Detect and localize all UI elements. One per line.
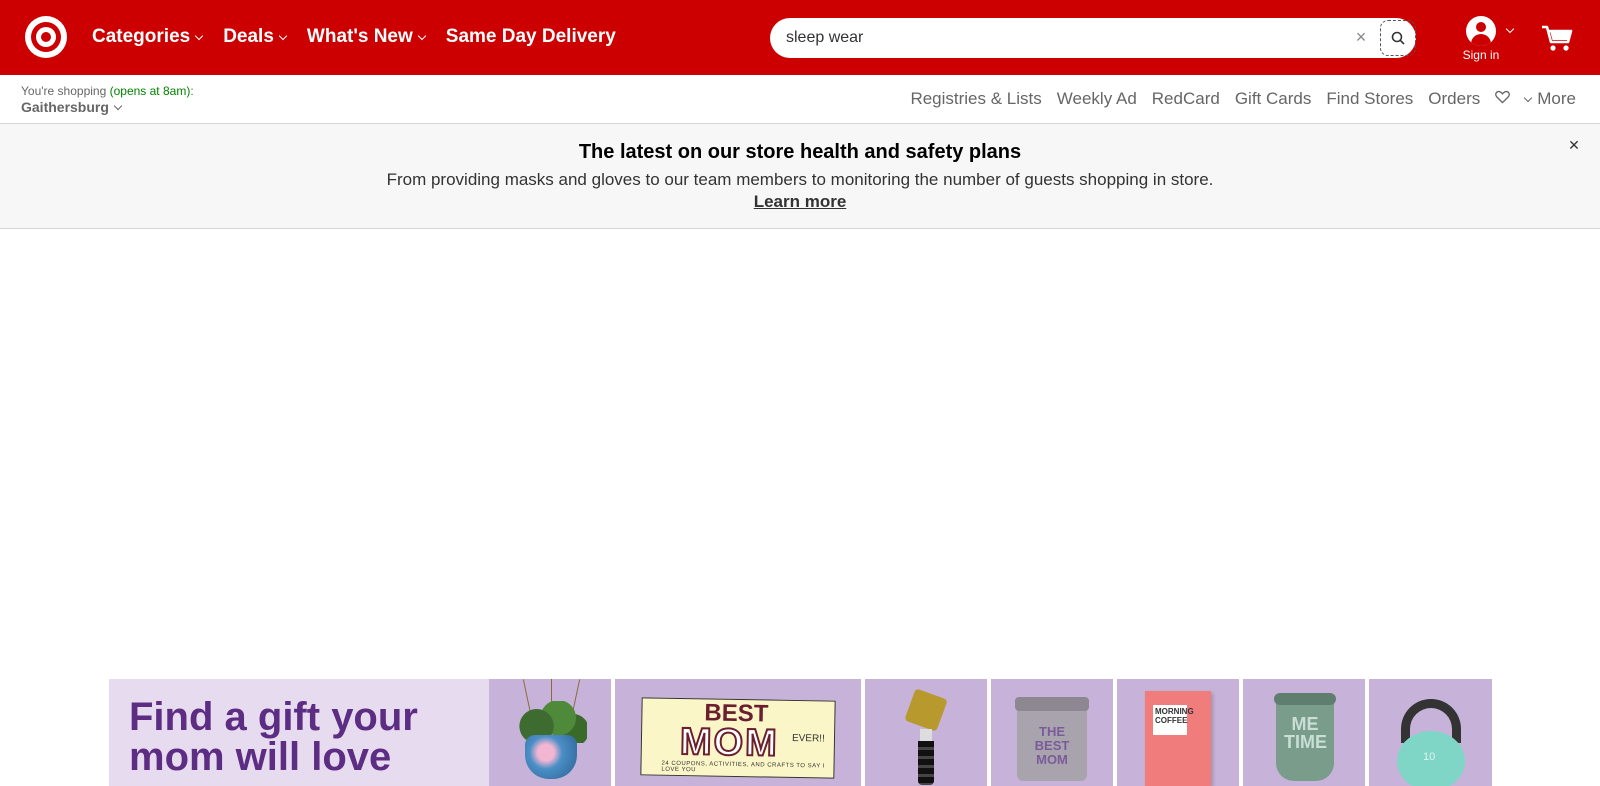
banner-text: From providing masks and gloves to our t… [386,170,1214,189]
account-icon-body [1471,34,1491,46]
favorites-button[interactable] [1495,89,1511,109]
book-title-mom: MOM [679,720,781,766]
main-nav: Categories Deals What's New Same Day Del… [92,26,637,48]
close-icon[interactable]: ✕ [1565,136,1583,154]
store-prefix: You're shopping [21,84,107,98]
health-safety-banner: The latest on our store health and safet… [0,124,1600,229]
stopper-cork [918,741,934,785]
store-status-line: You're shopping (opens at 8am): [21,84,194,98]
link-orders[interactable]: Orders [1428,89,1480,109]
chevron-down-icon [1505,24,1515,34]
coffee-label: MORNING COFFEE [1153,705,1194,735]
utility-bar: You're shopping (opens at 8am): Gaithers… [0,75,1600,124]
plant-pot [525,735,577,779]
product-tumbler: ME TIME [1243,679,1365,786]
coffee-bag-image: MORNING COFFEE [1145,691,1211,786]
nav-same-day-delivery-label: Same Day Delivery [445,26,616,47]
store-suffix: : [190,84,194,98]
best-mom-book-image: BEST MOM EVER!! 24 COUPONS, ACTIVITIES, … [640,697,836,779]
link-registries-lists[interactable]: Registries & Lists [910,89,1041,109]
nav-deals-label: Deals [223,26,274,47]
tumbler-image: ME TIME [1274,693,1336,781]
search-bar: × [770,18,1416,58]
cart-button[interactable] [1541,24,1573,52]
heart-icon [1495,90,1511,104]
chevron-down-icon [417,31,427,41]
link-find-stores[interactable]: Find Stores [1326,89,1413,109]
product-hanging-plant [489,679,611,786]
tumbler-label: ME TIME [1284,714,1327,752]
promo-headline: Find a gift your mom will love [129,695,418,779]
tumbler-lid [1274,693,1336,705]
search-button[interactable] [1380,20,1416,56]
nav-categories-label: Categories [92,26,191,47]
book-subtitle: 24 COUPONS, ACTIVITIES, AND CRAFTS TO SA… [661,760,826,774]
learn-more-link: Learn more [0,192,1600,212]
cart-icon [1542,25,1573,51]
logo-inner-ring [36,27,56,47]
mothers-day-promo[interactable]: Find a gift your mom will love BEST MOM … [109,679,1492,786]
more-label: More [1537,89,1576,108]
store-name: Gaithersburg [21,99,109,115]
sign-in-label: Sign in [1462,48,1500,62]
more-menu[interactable]: More [1524,89,1576,109]
account-icon-head [1476,22,1486,32]
store-open-status: (opens at 8am) [109,84,191,98]
logo-bullseye [41,32,51,42]
product-candle: THE BEST MOM [991,679,1113,786]
search-input[interactable] [786,18,1326,58]
account-icon [1466,16,1496,46]
link-redcard[interactable]: RedCard [1152,89,1220,109]
candle-label: THE BEST MOM [1034,724,1070,767]
store-selector[interactable]: Gaithersburg [21,99,123,115]
book-title-ever: EVER!! [791,732,825,745]
logo-ring [31,22,61,52]
close-icon[interactable]: × [1350,26,1372,48]
nav-deals[interactable]: Deals [223,26,288,48]
product-bottle-stopper [865,679,987,786]
chevron-down-icon [278,31,288,41]
product-coffee: MORNING COFFEE [1117,679,1239,786]
nav-whats-new[interactable]: What's New [306,26,427,48]
bottle-stopper-image [904,688,948,786]
utility-links: Registries & Lists Weekly Ad RedCard Gif… [895,89,1576,109]
product-best-mom-book: BEST MOM EVER!! 24 COUPONS, ACTIVITIES, … [615,679,861,786]
global-header: Categories Deals What's New Same Day Del… [0,0,1600,75]
link-weekly-ad[interactable]: Weekly Ad [1057,89,1137,109]
chevron-down-icon [1524,93,1533,103]
candle-lid [1015,697,1089,711]
candle-image: THE BEST MOM [1015,697,1089,781]
search-icon [1391,31,1405,45]
stopper-neck [920,729,932,741]
kettlebell-weight: 10 [1423,751,1436,763]
product-kettlebell: 10 [1369,679,1492,786]
hanging-plant-image [503,679,599,786]
chevron-down-icon [194,31,204,41]
kettlebell-image: 10 [1393,699,1469,786]
nav-same-day-delivery[interactable]: Same Day Delivery [446,26,616,48]
learn-more-link-text[interactable]: Learn more [754,192,847,211]
chevron-down-icon [113,101,123,111]
stopper-top [904,688,948,732]
account-button[interactable]: Sign in [1455,16,1515,66]
target-logo[interactable] [25,16,67,58]
link-gift-cards[interactable]: Gift Cards [1235,89,1312,109]
promo-headline-panel: Find a gift your mom will love [109,679,489,786]
nav-categories[interactable]: Categories [92,26,204,48]
banner-title: The latest on our store health and safet… [578,141,1022,163]
nav-whats-new-label: What's New [306,26,413,47]
